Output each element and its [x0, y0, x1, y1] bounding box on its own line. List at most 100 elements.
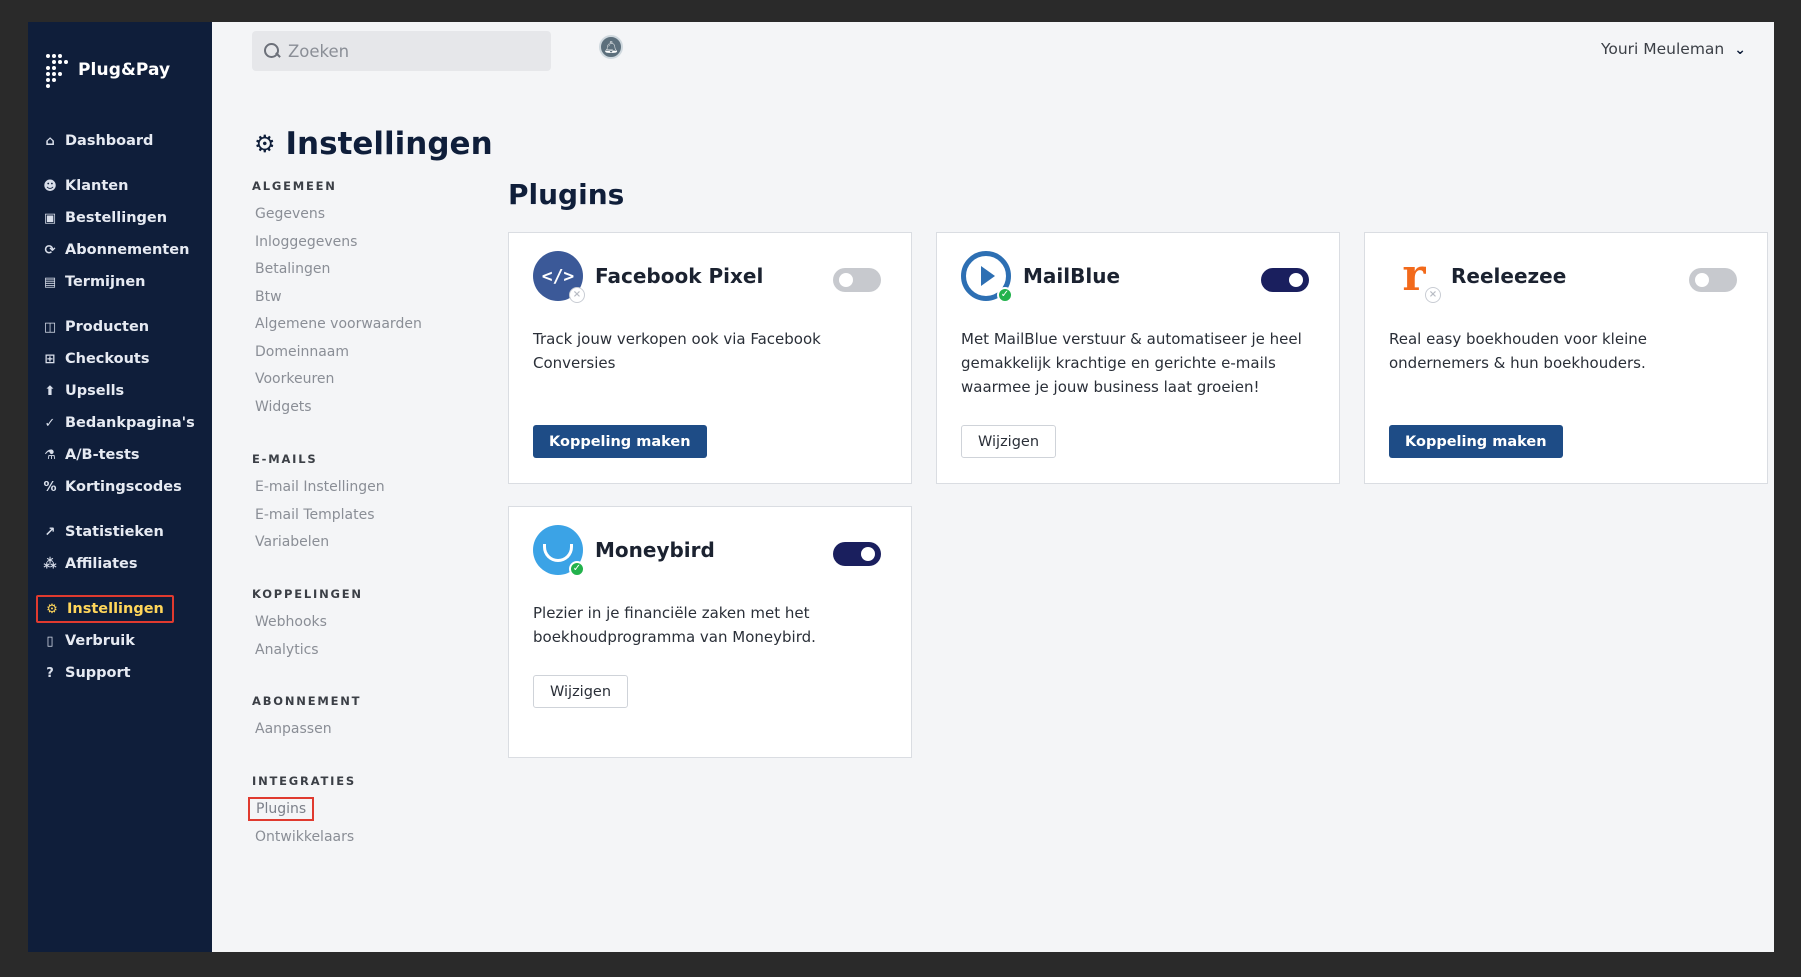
plugin-description: Track jouw verkopen ook via Facebook Con… — [533, 330, 821, 372]
edit-button[interactable]: Wijzigen — [961, 425, 1057, 458]
reeleezee-logo-icon: r × — [1389, 251, 1441, 303]
plugin-header: ✓ Moneybird — [533, 525, 715, 577]
settings-nav-webhooks[interactable]: Webhooks — [255, 614, 327, 630]
settings-nav-domeinnaam[interactable]: Domeinnaam — [255, 344, 349, 360]
brand-logo[interactable]: Plug&Pay — [42, 52, 170, 88]
sidebar-item-label: Verbruik — [65, 633, 135, 649]
gear-icon: ⚙ — [46, 601, 58, 617]
table-icon: ⊞ — [44, 351, 56, 367]
connect-button[interactable]: Koppeling maken — [1389, 425, 1563, 458]
user-name: Youri Meuleman — [1600, 40, 1725, 58]
users-icon: ☻ — [43, 178, 57, 194]
sidebar-item-bestellingen[interactable]: ▣ Bestellingen — [38, 204, 171, 232]
brand-name: Plug&Pay — [78, 60, 171, 80]
plugin-header: </> × Facebook Pixel — [533, 251, 764, 303]
sidebar-item-label: Bestellingen — [65, 210, 168, 226]
sidebar-item-termijnen[interactable]: ▤ Termijnen — [38, 268, 149, 296]
search-input[interactable]: Zoeken — [252, 31, 551, 71]
sidebar-item-label: Upsells — [65, 383, 125, 399]
settings-section-heading: KOPPELINGEN — [252, 587, 363, 601]
sidebar-item-abonnementen[interactable]: ⟳ Abonnementen — [38, 236, 193, 264]
plugin-name: Reeleezee — [1451, 264, 1567, 288]
settings-nav-plugins[interactable]: Plugins — [248, 797, 315, 821]
settings-nav-e-mail-templates[interactable]: E-mail Templates — [255, 507, 375, 523]
plugin-description: Plezier in je financiële zaken met het b… — [533, 604, 816, 646]
plugin-name: Facebook Pixel — [595, 264, 764, 288]
settings-nav-e-mail-instellingen[interactable]: E-mail Instellingen — [255, 479, 385, 495]
sidebar-item-statistieken[interactable]: ↗ Statistieken — [38, 518, 168, 546]
plugin-card-moneybird: ✓ Moneybird Plezier in je financiële zaken… — [508, 506, 912, 758]
settings-nav-gegevens[interactable]: Gegevens — [255, 206, 325, 222]
sidebar-item-verbruik[interactable]: ▯ Verbruik — [38, 627, 139, 655]
plugins-title: Plugins — [508, 178, 625, 211]
box-icon: ◫ — [43, 319, 57, 335]
plugin-toggle[interactable] — [833, 268, 881, 292]
sidebar-item-support[interactable]: ? Support — [38, 659, 135, 687]
settings-nav-btw[interactable]: Btw — [255, 289, 282, 305]
page-title: ⚙ Instellingen — [254, 126, 493, 162]
plugin-toggle[interactable] — [1689, 268, 1737, 292]
moneybird-logo-icon: ✓ — [533, 525, 585, 577]
home-icon: ⌂ — [45, 133, 55, 149]
sidebar-item-producten[interactable]: ◫ Producten — [38, 313, 153, 341]
plugpay-logo-icon — [42, 52, 68, 88]
document-icon: ▯ — [46, 633, 54, 649]
plugin-card-mailblue: ✓ MailBlue Met MailBlue verstuur & automat… — [936, 232, 1340, 484]
plugin-toggle[interactable] — [833, 542, 881, 566]
sidebar-item-affiliates[interactable]: ⁂ Affiliates — [38, 550, 142, 578]
connect-button[interactable]: Koppeling maken — [533, 425, 707, 458]
sidebar-item-label: Abonnementen — [65, 242, 190, 258]
search-icon — [264, 43, 280, 59]
settings-section-heading: ALGEMEEN — [252, 179, 337, 193]
settings-section-heading: INTEGRATIES — [252, 774, 356, 788]
gear-icon: ⚙ — [254, 130, 276, 158]
sidebar-item-checkouts[interactable]: ⊞ Checkouts — [38, 345, 154, 373]
settings-nav-algemene-voorwaarden[interactable]: Algemene voorwaarden — [255, 316, 422, 332]
edit-button[interactable]: Wijzigen — [533, 675, 629, 708]
settings-nav-ontwikkelaars[interactable]: Ontwikkelaars — [255, 829, 354, 845]
disconnected-x-icon: × — [1425, 287, 1441, 303]
sidebar-item-label: Producten — [65, 319, 150, 335]
settings-nav-widgets[interactable]: Widgets — [255, 399, 312, 415]
disconnected-x-icon: × — [569, 287, 585, 303]
sidebar-item-label: Bedankpagina's — [65, 415, 195, 431]
check-icon: ✓ — [44, 415, 56, 431]
sidebar-item-a-b-tests[interactable]: ⚗ A/B-tests — [38, 441, 144, 469]
question-icon: ? — [46, 665, 54, 681]
sidebar-item-dashboard[interactable]: ⌂ Dashboard — [38, 127, 157, 155]
sidebar-item-upsells[interactable]: ⬆ Upsells — [38, 377, 128, 405]
sidebar-item-label: Termijnen — [65, 274, 146, 290]
plugin-description: Real easy boekhouden voor kleine onderne… — [1389, 330, 1647, 372]
plugin-description: Met MailBlue verstuur & automatiseer je … — [961, 330, 1302, 396]
flask-icon: ⚗ — [44, 447, 56, 463]
plugin-card-facebook-pixel: </> × Facebook Pixel Track jouw verkopen oo… — [508, 232, 912, 484]
cart-icon: ▣ — [43, 210, 57, 226]
settings-nav-aanpassen[interactable]: Aanpassen — [255, 721, 332, 737]
sidebar-item-instellingen[interactable]: ⚙ Instellingen — [36, 595, 174, 623]
plugin-toggle[interactable] — [1261, 268, 1309, 292]
sidebar-item-label: Dashboard — [65, 133, 154, 149]
connected-check-icon: ✓ — [569, 561, 585, 577]
sidebar-item-label: Kortingscodes — [65, 479, 182, 495]
sidebar-item-klanten[interactable]: ☻ Klanten — [38, 172, 132, 200]
sidebar-item-label: Instellingen — [67, 601, 164, 617]
sidebar-item-bedankpagina-s[interactable]: ✓ Bedankpagina's — [38, 409, 199, 437]
network-icon: ⁂ — [43, 556, 57, 572]
chart-icon: ↗ — [44, 524, 56, 540]
sidebar-item-label: Checkouts — [65, 351, 150, 367]
plugin-card-reeleezee: r × Reeleezee Real easy boekhouden voor kle… — [1364, 232, 1768, 484]
facebook-pixel-logo-icon: </> × — [533, 251, 585, 303]
sidebar-item-label: A/B-tests — [65, 447, 140, 463]
settings-nav-betalingen[interactable]: Betalingen — [255, 261, 330, 277]
chevron-down-icon: ⌄ — [1734, 42, 1746, 58]
plugin-header: ✓ MailBlue — [961, 251, 1120, 303]
user-menu[interactable]: Youri Meuleman ⌄ — [1601, 40, 1746, 58]
notification-bell-icon[interactable]: 🔔︎ — [599, 35, 623, 59]
sidebar-item-kortingscodes[interactable]: % Kortingscodes — [38, 473, 186, 501]
search-placeholder: Zoeken — [288, 41, 350, 61]
settings-nav-variabelen[interactable]: Variabelen — [255, 534, 329, 550]
settings-nav-analytics[interactable]: Analytics — [255, 642, 319, 658]
settings-nav-voorkeuren[interactable]: Voorkeuren — [255, 371, 334, 387]
settings-nav-inloggegevens[interactable]: Inloggegevens — [255, 234, 357, 250]
sidebar-item-label: Support — [65, 665, 131, 681]
